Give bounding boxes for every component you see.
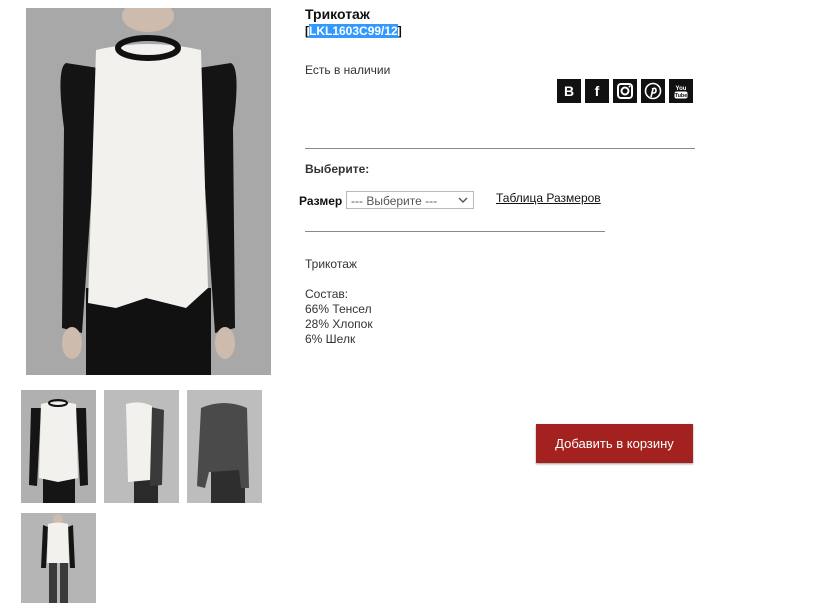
vk-icon-label: B <box>563 83 575 99</box>
divider-top <box>305 148 695 149</box>
divider-bottom <box>305 231 605 232</box>
svg-text:Tube: Tube <box>675 93 688 99</box>
composition-line: 66% Тенсел <box>305 302 372 316</box>
size-select-value: --- Выберите --- <box>351 194 438 208</box>
svg-text:You: You <box>676 86 687 92</box>
size-select[interactable]: --- Выберите --- <box>346 191 474 209</box>
instagram-icon[interactable] <box>613 79 637 103</box>
description-name: Трикотаж <box>305 257 357 271</box>
thumbnail-full-length[interactable] <box>21 513 96 603</box>
size-label: Размер <box>299 194 343 208</box>
product-title: Трикотаж <box>305 6 370 22</box>
sku-code[interactable]: LKL1603C99/12 <box>309 24 398 38</box>
facebook-icon-label: f <box>594 83 600 99</box>
product-description: Трикотаж Состав: 66% Тенсел 28% Хлопок 6… <box>305 257 373 347</box>
youtube-icon[interactable]: You Tube <box>669 79 693 103</box>
thumbnail-side[interactable] <box>104 390 179 503</box>
main-product-image <box>26 8 271 375</box>
product-sku: [LKL1603C99/12] <box>305 24 402 38</box>
sku-bracket-close: ] <box>397 24 402 38</box>
pinterest-icon[interactable] <box>641 79 665 103</box>
vk-icon[interactable]: B <box>557 79 581 103</box>
social-links: B f You Tube <box>557 79 693 103</box>
composition-line: 28% Хлопок <box>305 317 373 331</box>
stock-status: Есть в наличии <box>305 63 391 77</box>
composition-title: Состав: <box>305 287 349 301</box>
add-to-cart-button[interactable]: Добавить в корзину <box>536 424 693 463</box>
size-table-link[interactable]: Таблица Размеров <box>496 191 601 205</box>
thumbnail-front[interactable] <box>21 390 96 503</box>
chevron-down-icon <box>458 197 468 203</box>
options-heading: Выберите: <box>305 162 370 176</box>
facebook-icon[interactable]: f <box>585 79 609 103</box>
thumbnail-back[interactable] <box>187 390 262 503</box>
composition-line: 6% Шелк <box>305 332 356 346</box>
